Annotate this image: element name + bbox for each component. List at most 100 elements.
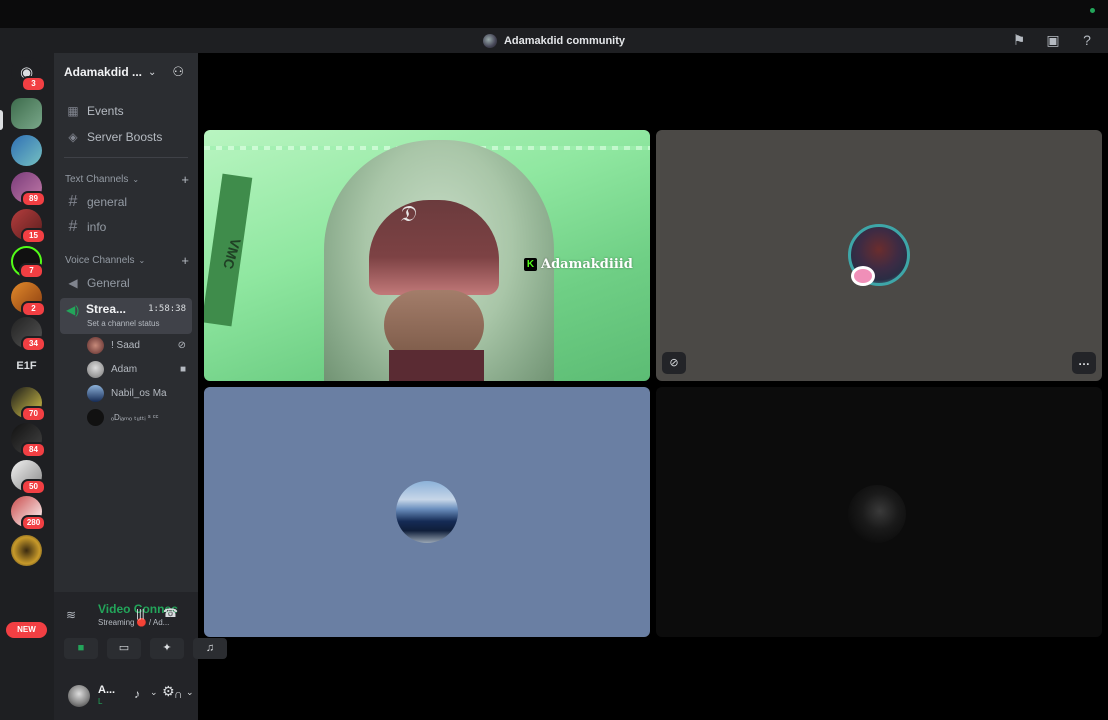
speaker-icon: ◀) xyxy=(66,303,80,317)
server-icon-4[interactable]: 15 xyxy=(11,209,46,244)
avatar xyxy=(848,485,906,543)
voice-channel-stream[interactable]: ◀) Strea... 1:58:38 Set a channel status xyxy=(60,298,192,334)
hash-icon: # xyxy=(68,193,78,210)
divider xyxy=(64,157,188,158)
gear-icon[interactable]: ⚙ xyxy=(162,683,175,700)
status-dot xyxy=(1090,8,1095,13)
voice-channel-general[interactable]: ◀ General xyxy=(60,271,192,295)
server-icon-11[interactable]: 50 xyxy=(11,460,46,495)
server-icon-kick[interactable]: 7 xyxy=(11,246,44,279)
voice-member[interactable]: Nabil_os Ma xyxy=(87,382,192,404)
channel-label: info xyxy=(87,220,107,234)
server-icon-10[interactable]: 84 xyxy=(11,423,46,458)
events-label: Events xyxy=(87,104,124,118)
stream-timer: 1:58:38 xyxy=(148,304,186,314)
server-rail: ◉ 3 89 15 7 2 34 E1F 70 84 50 280 NEW xyxy=(0,53,54,720)
create-channel-icon[interactable]: + xyxy=(181,253,189,268)
microphone-icon[interactable]: ♪ xyxy=(134,687,140,701)
inbox-icon[interactable]: ▣ xyxy=(1044,31,1062,49)
add-member-icon[interactable]: ⚇ xyxy=(172,64,184,80)
camera-icon: ■ xyxy=(179,363,186,375)
muted-icon: ⊘ xyxy=(662,352,686,374)
noise-suppression-icon[interactable]: ||| xyxy=(136,608,145,620)
channel-sidebar: Adamakdid ... ⌄ ⚇ ▦ Events ◈ Server Boos… xyxy=(54,53,227,720)
chevron-down-icon[interactable]: ⌄ xyxy=(150,687,158,698)
user-status: L xyxy=(98,697,103,706)
boosts-label: Server Boosts xyxy=(87,130,163,144)
voice-member[interactable]: ! Saad ⊘ xyxy=(87,334,192,356)
category-label: Voice Channels xyxy=(65,255,135,266)
unread-badge: 84 xyxy=(21,442,46,458)
server-icon-7[interactable]: 34 xyxy=(11,317,46,352)
chevron-down-icon[interactable]: ⌄ xyxy=(186,687,194,698)
channel-label: General xyxy=(87,276,130,290)
video-tile-user-3[interactable] xyxy=(204,387,650,637)
server-icon xyxy=(482,33,497,48)
muted-icon: ⊘ xyxy=(177,339,186,351)
server-name: Adamakdid ... xyxy=(64,65,143,79)
screen-share-button[interactable]: ▭ xyxy=(107,638,141,659)
chevron-down-icon: ⌄ xyxy=(132,175,140,184)
unread-badge: 89 xyxy=(21,191,46,207)
camera-button[interactable]: ■ xyxy=(64,638,98,659)
avatar[interactable] xyxy=(68,685,90,707)
voice-member[interactable]: ₒDᵢₐₘₒ ₜᵤₜₜᵢ ˢ ᶜᶜ xyxy=(87,406,192,428)
avatar xyxy=(87,408,104,426)
member-name: ! Saad xyxy=(111,339,140,351)
channel-label: general xyxy=(87,195,128,209)
server-icon-12[interactable]: 280 xyxy=(11,496,46,531)
server-adamakdid[interactable] xyxy=(11,98,42,129)
member-name: Adam xyxy=(111,363,138,375)
video-tile-user-2[interactable]: ⊘ … xyxy=(656,130,1102,381)
calendar-icon: ▦ xyxy=(67,104,79,118)
headphones-icon[interactable]: ∩ xyxy=(174,687,183,701)
user-name[interactable]: A... xyxy=(98,684,115,696)
speaker-icon: ◀ xyxy=(68,276,78,290)
channel-general[interactable]: # general xyxy=(60,190,192,214)
events-link[interactable]: ▦ Events xyxy=(60,99,192,123)
avatar xyxy=(396,481,458,543)
more-options-icon[interactable]: … xyxy=(1072,352,1096,374)
stream-overlay-label: K Adamakdiiid xyxy=(524,257,633,272)
disconnect-icon[interactable]: ☎ xyxy=(163,606,178,620)
unread-badge: 2 xyxy=(21,301,46,317)
cap-logo: 𝔇 xyxy=(397,201,417,228)
unread-badge: 7 xyxy=(19,263,44,279)
unread-badge: 280 xyxy=(21,515,46,531)
unread-badge: 50 xyxy=(21,479,46,495)
server-icon-2[interactable] xyxy=(11,135,42,166)
user-panel: A... L ♪ ⌄ ∩ ⌄ xyxy=(54,674,198,720)
kick-icon: K xyxy=(524,258,537,271)
scarf-text: VMC xyxy=(220,236,245,271)
streamer-shirt xyxy=(389,350,484,381)
stream-name: Adamakdiiid xyxy=(541,257,633,272)
flag-icon[interactable]: ⚑ xyxy=(1010,31,1028,49)
server-icon-13[interactable] xyxy=(11,535,42,566)
avatar xyxy=(87,336,104,354)
help-icon[interactable]: ? xyxy=(1078,31,1096,49)
create-channel-icon[interactable]: + xyxy=(181,172,189,187)
set-status-link[interactable]: Set a channel status xyxy=(87,319,160,328)
unread-badge: 3 xyxy=(21,76,46,92)
server-icon-9[interactable]: 70 xyxy=(11,387,46,422)
video-tile-stream[interactable]: VMC 𝔇 K Adamakdiiid xyxy=(204,130,650,381)
category-label: Text Channels xyxy=(65,174,129,185)
server-e1f[interactable]: E1F xyxy=(11,351,42,382)
voice-channels-category[interactable]: Voice Channels ⌄ + xyxy=(65,253,189,268)
scarf: VMC xyxy=(204,173,253,327)
server-boosts-link[interactable]: ◈ Server Boosts xyxy=(60,125,192,149)
video-tile-user-4[interactable] xyxy=(656,387,1102,637)
server-icon-3[interactable]: 89 xyxy=(11,172,46,207)
voice-member[interactable]: Adam ■ xyxy=(87,358,192,380)
discord-home-icon[interactable]: ◉ 3 xyxy=(11,57,46,92)
text-channels-category[interactable]: Text Channels ⌄ + xyxy=(65,172,189,187)
server-header[interactable]: Adamakdid ... ⌄ ⚇ xyxy=(54,53,198,91)
signal-icon[interactable]: ≋ xyxy=(66,608,76,622)
os-top-bar xyxy=(0,0,1108,28)
server-icon-menaa[interactable]: 2 xyxy=(11,282,46,317)
window-title: Adamakdid community xyxy=(503,34,626,47)
channel-info[interactable]: # info xyxy=(60,215,192,239)
activities-button[interactable]: ✦ xyxy=(150,638,184,659)
soundboard-button[interactable]: ♫ xyxy=(193,638,227,659)
voice-connection-panel: ≋ Video Connected Streaming 🔴 / Ad... ||… xyxy=(54,592,227,720)
